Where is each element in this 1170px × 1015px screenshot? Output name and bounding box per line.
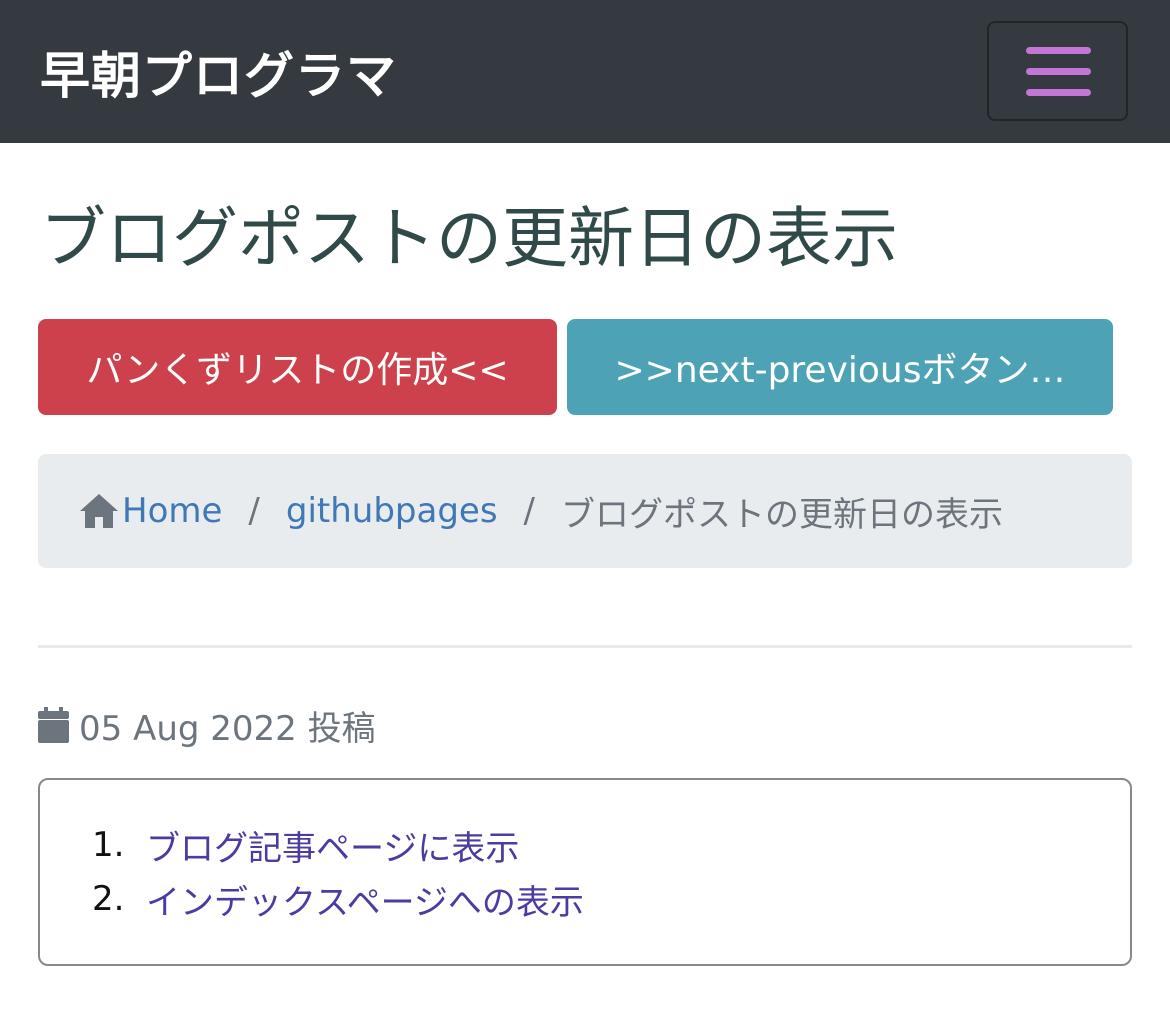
toc-item: 2. インデックスページへの表示 bbox=[92, 872, 584, 926]
site-brand[interactable]: 早朝プログラマ bbox=[40, 36, 397, 108]
home-icon bbox=[80, 494, 118, 528]
hamburger-icon-bar bbox=[1026, 68, 1091, 75]
toc-link[interactable]: インデックスページへの表示 bbox=[146, 875, 584, 924]
previous-post-button[interactable]: パンくずリストの作成<< bbox=[38, 319, 557, 415]
table-of-contents: 1. ブログ記事ページに表示 2. インデックスページへの表示 bbox=[38, 778, 1132, 966]
breadcrumb-home-link[interactable]: Home bbox=[122, 491, 222, 531]
calendar-icon bbox=[38, 707, 69, 743]
toc-item: 1. ブログ記事ページに表示 bbox=[92, 818, 584, 872]
breadcrumb-category-link[interactable]: githubpages bbox=[286, 491, 498, 531]
hamburger-icon bbox=[1026, 47, 1091, 54]
breadcrumb-current: ブログポストの更新日の表示 bbox=[561, 494, 1004, 535]
breadcrumb-separator: / bbox=[248, 491, 260, 531]
post-date: 05 Aug 2022 投稿 bbox=[38, 702, 376, 749]
section-divider bbox=[38, 645, 1132, 648]
top-navbar: 早朝プログラマ bbox=[0, 0, 1170, 143]
toc-item-number: 1. bbox=[92, 825, 125, 865]
menu-toggle-button[interactable] bbox=[987, 21, 1128, 121]
post-date-text: 05 Aug 2022 投稿 bbox=[79, 708, 376, 749]
toc-link[interactable]: ブログ記事ページに表示 bbox=[146, 821, 519, 870]
hamburger-icon-bar bbox=[1026, 89, 1091, 96]
breadcrumb-separator: / bbox=[523, 491, 536, 531]
breadcrumb-home[interactable]: Home bbox=[78, 491, 222, 531]
breadcrumb: Home / githubpages / ブログポストの更新日の表示 bbox=[38, 454, 1132, 568]
toc-item-number: 2. bbox=[92, 879, 125, 919]
page-title: ブログポストの更新日の表示 bbox=[40, 200, 898, 277]
next-post-button[interactable]: >>next-previousボタン… bbox=[567, 319, 1113, 415]
